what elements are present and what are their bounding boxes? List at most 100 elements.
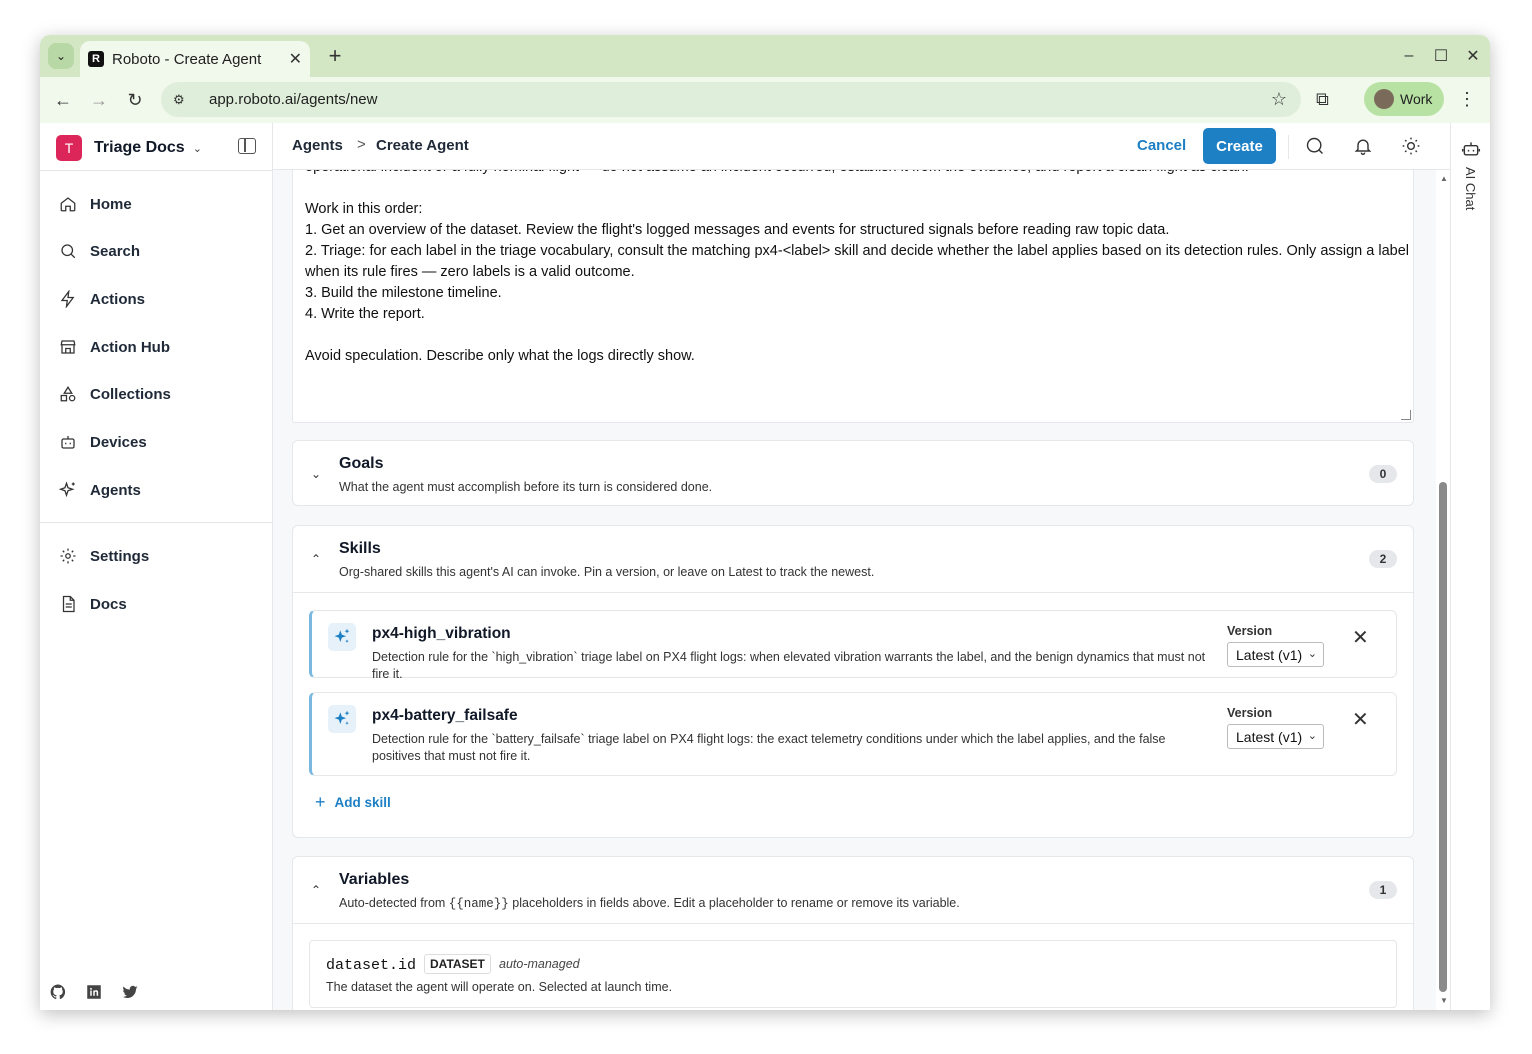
- sidebar-item-label: Home: [90, 195, 132, 213]
- chat-search-icon[interactable]: [1305, 136, 1327, 158]
- prompt-line: 1. Get an overview of the dataset. Revie…: [305, 222, 1170, 238]
- skills-header[interactable]: ⌃ Skills Org-shared skills this agent's …: [293, 526, 1413, 592]
- profile-label: Work: [1400, 91, 1433, 107]
- version-select[interactable]: Latest (v1) ⌄: [1227, 724, 1324, 749]
- org-name: Triage Docs: [94, 139, 185, 156]
- sparkles-icon: [58, 480, 78, 500]
- sidebar-item-actions[interactable]: Actions: [58, 284, 145, 314]
- cancel-button[interactable]: Cancel: [1137, 137, 1186, 154]
- goals-header[interactable]: ⌄ Goals What the agent must accomplish b…: [293, 441, 1413, 507]
- shapes-icon: [58, 384, 78, 404]
- site-settings-icon[interactable]: ⚙: [173, 92, 197, 108]
- skill-card: px4-battery_failsafe Detection rule for …: [309, 692, 1397, 776]
- sidebar-item-search[interactable]: Search: [58, 236, 140, 266]
- tab-search-button[interactable]: ⌄: [48, 43, 74, 69]
- remove-skill-icon[interactable]: ✕: [1352, 707, 1369, 732]
- variable-row: dataset.id DATASET auto-managed The data…: [309, 940, 1397, 1008]
- browser-toolbar: ← → ↻ ⚙ app.roboto.ai/agents/new ☆ ⧉ Wor…: [40, 77, 1490, 123]
- roboto-favicon-icon: R: [88, 51, 104, 67]
- linkedin-icon[interactable]: [85, 983, 103, 1006]
- twitter-icon[interactable]: [121, 983, 139, 1006]
- sidebar-item-action-hub[interactable]: Action Hub: [58, 332, 170, 362]
- prompt-line: 2. Triage: for each label in the triage …: [305, 243, 1410, 259]
- sidebar-item-label: Docs: [90, 595, 127, 613]
- github-icon[interactable]: [49, 983, 67, 1006]
- new-tab-button[interactable]: +: [322, 43, 348, 69]
- resize-handle[interactable]: [1401, 410, 1411, 420]
- search-icon: [58, 241, 78, 261]
- sidebar-divider: [40, 170, 273, 171]
- browser-menu-icon[interactable]: ⋮: [1458, 89, 1476, 110]
- maximize-icon[interactable]: ☐: [1428, 43, 1454, 69]
- forward-icon[interactable]: →: [85, 86, 113, 114]
- section-subtitle: What the agent must accomplish before it…: [339, 480, 713, 494]
- avatar: [1374, 89, 1394, 109]
- sidebar-item-devices[interactable]: Devices: [58, 427, 147, 457]
- tab-close-icon[interactable]: ✕: [289, 49, 302, 69]
- system-prompt-textarea[interactable]: operational incident or a fully nominal …: [292, 170, 1414, 423]
- skill-name: px4-high_vibration: [372, 625, 511, 642]
- robot-icon: [1461, 139, 1481, 164]
- gear-icon: [58, 546, 78, 566]
- profile-button[interactable]: Work: [1364, 82, 1444, 116]
- section-subtitle: Auto-detected from {{name}} placeholders…: [339, 896, 960, 911]
- url-text: app.roboto.ai/agents/new: [209, 91, 378, 108]
- bookmark-star-icon[interactable]: ☆: [1271, 89, 1287, 110]
- skill-description: Detection rule for the `high_vibration` …: [372, 650, 1206, 681]
- sidebar-item-collections[interactable]: Collections: [58, 379, 171, 409]
- tab-strip: ⌄ R Roboto - Create Agent ✕ + – ☐ ✕: [40, 35, 1490, 77]
- sparkles-icon: [328, 705, 356, 733]
- version-label: Version: [1227, 624, 1273, 638]
- remove-skill-icon[interactable]: ✕: [1352, 625, 1369, 650]
- breadcrumb-agents[interactable]: Agents: [292, 137, 343, 154]
- sidebar-item-docs[interactable]: Docs: [58, 589, 127, 619]
- minimize-icon[interactable]: –: [1396, 43, 1422, 69]
- chevron-up-icon: ⌃: [311, 552, 322, 566]
- scrollbar[interactable]: ▲ ▼: [1436, 170, 1450, 1010]
- create-button[interactable]: Create: [1203, 128, 1276, 164]
- variable-name: dataset.id: [326, 957, 417, 974]
- variable-type-badge: DATASET: [424, 954, 491, 974]
- sidebar-item-agents[interactable]: Agents: [58, 475, 141, 505]
- main-content: operational incident or a fully nominal …: [273, 170, 1436, 1010]
- org-badge: T: [56, 135, 82, 161]
- add-skill-button[interactable]: + Add skill: [315, 792, 391, 813]
- version-value: Latest (v1): [1236, 646, 1303, 663]
- skill-name: px4-battery_failsafe: [372, 707, 518, 724]
- org-switcher[interactable]: T Triage Docs ⌄: [56, 135, 202, 161]
- version-select[interactable]: Latest (v1) ⌄: [1227, 642, 1324, 667]
- chevron-down-icon: ⌄: [1307, 730, 1317, 742]
- section-title: Goals: [339, 455, 384, 472]
- tab-title: Roboto - Create Agent: [112, 50, 262, 68]
- count-badge: 2: [1369, 550, 1397, 568]
- theme-sun-icon[interactable]: [1401, 136, 1423, 158]
- sidebar-item-settings[interactable]: Settings: [58, 541, 149, 571]
- reload-icon[interactable]: ↻: [121, 86, 149, 114]
- count-badge: 0: [1369, 465, 1397, 483]
- sidebar-item-home[interactable]: Home: [58, 189, 132, 219]
- browser-tab[interactable]: R Roboto - Create Agent ✕: [80, 41, 310, 77]
- sparkles-icon: [328, 623, 356, 651]
- collapse-sidebar-icon[interactable]: [238, 138, 256, 154]
- bell-icon[interactable]: [1353, 136, 1375, 158]
- skills-section: ⌃ Skills Org-shared skills this agent's …: [292, 525, 1414, 838]
- variables-header[interactable]: ⌃ Variables Auto-detected from {{name}} …: [293, 857, 1413, 923]
- address-bar[interactable]: ⚙ app.roboto.ai/agents/new ☆: [161, 82, 1301, 117]
- prompt-line: Avoid speculation. Describe only what th…: [305, 348, 695, 364]
- scrollbar-thumb[interactable]: [1439, 482, 1447, 992]
- header-divider: [1288, 135, 1289, 159]
- back-icon[interactable]: ←: [49, 86, 77, 114]
- sidebar-item-label: Search: [90, 242, 141, 260]
- window-close-icon[interactable]: ✕: [1460, 43, 1486, 69]
- document-icon: [58, 594, 78, 614]
- extensions-icon[interactable]: ⧉: [1316, 89, 1329, 110]
- ai-chat-label: AI Chat: [1463, 167, 1478, 211]
- scroll-up-icon[interactable]: ▲: [1440, 174, 1448, 183]
- chevron-down-icon: ⌄: [192, 142, 202, 155]
- page-header: Agents > Create Agent Cancel Create: [273, 123, 1450, 170]
- sidebar-item-label: Action Hub: [90, 338, 170, 356]
- scroll-down-icon[interactable]: ▼: [1440, 996, 1448, 1005]
- ai-chat-rail[interactable]: AI Chat: [1450, 123, 1490, 1010]
- breadcrumb-separator: >: [357, 136, 366, 153]
- store-icon: [58, 337, 78, 357]
